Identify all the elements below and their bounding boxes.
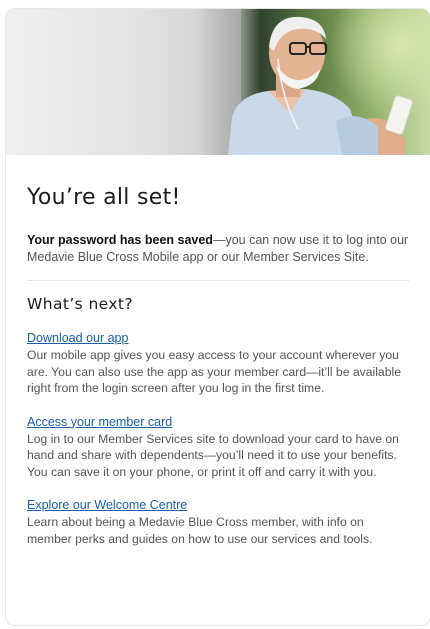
whats-next-heading: What’s next? bbox=[27, 295, 134, 313]
hero-image bbox=[6, 9, 430, 155]
download-app-description: Our mobile app gives you easy access to … bbox=[27, 348, 401, 395]
welcome-centre-link[interactable]: Explore our Welcome Centre bbox=[27, 498, 187, 513]
password-saved-bold: Your password has been saved bbox=[27, 233, 213, 247]
man-with-phone-illustration bbox=[228, 16, 413, 155]
list-item: Explore our Welcome Centre Learn about b… bbox=[27, 496, 409, 547]
content-section: You’re all set! Your password has been s… bbox=[6, 185, 430, 547]
divider bbox=[27, 280, 409, 281]
welcome-centre-description: Learn about being a Medavie Blue Cross m… bbox=[27, 515, 373, 546]
member-card-description: Log in to our Member Services site to do… bbox=[27, 431, 399, 479]
list-item: Download our app Our mobile app gives yo… bbox=[27, 329, 409, 397]
download-app-link[interactable]: Download our app bbox=[27, 331, 128, 346]
page-title: You’re all set! bbox=[27, 185, 181, 210]
password-saved-message: Your password has been saved—you can now… bbox=[27, 232, 409, 266]
confirmation-card: You’re all set! Your password has been s… bbox=[5, 8, 430, 626]
member-card-link[interactable]: Access your member card bbox=[27, 415, 172, 430]
list-item: Access your member card Log in to our Me… bbox=[27, 413, 409, 481]
